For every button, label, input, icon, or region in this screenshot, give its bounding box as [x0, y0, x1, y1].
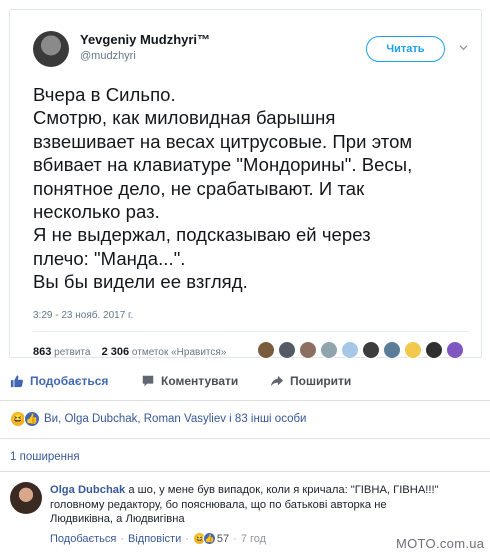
liker-avatars	[257, 341, 464, 359]
like-button[interactable]: Подобається	[10, 374, 108, 388]
likes-label: отметок «Нравится»	[131, 347, 227, 358]
comment-label: Коментувати	[161, 374, 239, 388]
share-button[interactable]: Поширити	[270, 374, 351, 388]
thumbs-up-icon	[10, 375, 24, 388]
tweet-stats: 863 ретвита 2 306 отметок «Нравится»	[33, 346, 226, 358]
comment-line: Olga Dubchak а шо, у мене був випадок, к…	[50, 483, 490, 498]
liker-avatar[interactable]	[320, 341, 338, 359]
liker-avatar[interactable]	[257, 341, 275, 359]
liker-avatar[interactable]	[404, 341, 422, 359]
tweet-text-line: Смотрю, как миловидная барышня	[33, 107, 336, 129]
shares-count[interactable]: 1 поширення	[10, 451, 80, 463]
liker-avatar[interactable]	[362, 341, 380, 359]
fb-action-bar: Подобається Коментувати Поширити	[0, 374, 490, 394]
liker-avatar[interactable]	[278, 341, 296, 359]
like-reaction-icon: 👍	[202, 532, 216, 545]
divider	[0, 438, 490, 439]
liker-avatar[interactable]	[299, 341, 317, 359]
comment-line-text: а шо, у мене був випадок, коли я кричала…	[125, 484, 439, 496]
comment-time[interactable]: 7 год	[241, 533, 266, 545]
separator-dot: ·	[185, 532, 189, 545]
reactions-summary[interactable]: 😆 👍 Ви, Olga Dubchak, Roman Vasyliev і 8…	[10, 411, 306, 427]
tweet-text: Вчера в Сильпо. Смотрю, как миловидная б…	[33, 83, 483, 294]
tweet-text-line: плечо: "Манда...".	[33, 247, 186, 269]
comment-line: Людвиківна, а Людвигівна	[50, 513, 185, 526]
retweets-label: ретвита	[54, 347, 91, 358]
comment-actions: Подобається · Відповісти · 😆 👍 57 · 7 го…	[50, 532, 266, 545]
comment-author[interactable]: Olga Dubchak	[50, 484, 125, 496]
follow-button[interactable]: Читать	[366, 36, 445, 62]
liker-avatar[interactable]	[383, 341, 401, 359]
separator-dot: ·	[233, 532, 237, 545]
divider	[0, 400, 490, 401]
watermark: MOTO.com.ua	[396, 536, 485, 551]
tweet-timestamp[interactable]: 3:29 - 23 нояб. 2017 г.	[33, 310, 133, 321]
divider	[33, 331, 469, 332]
like-reaction-icon: 👍	[24, 411, 40, 427]
tweet-author-name[interactable]: Yevgeniy Mudzhyri™	[80, 32, 210, 47]
comment-line: головному редактору, бо пояснювала, що п…	[50, 498, 387, 511]
share-label: Поширити	[290, 374, 352, 388]
divider	[0, 471, 490, 472]
retweets-count[interactable]: 863	[33, 346, 51, 358]
comment-text: Olga Dubchak а шо, у мене був випадок, к…	[50, 483, 490, 527]
like-label: Подобається	[30, 374, 109, 388]
comment-like-button[interactable]: Подобається	[50, 533, 116, 545]
tweet-text-line: вбивает на клавиатуре "Мондорины". Весы,	[33, 154, 413, 176]
embedded-tweet-card: Yevgeniy Mudzhyri™ @mudzhyri Читать Вчер…	[9, 9, 483, 359]
tweet-text-line: несколько раз.	[33, 201, 160, 223]
chevron-down-icon[interactable]	[459, 43, 468, 52]
tweet-author-avatar[interactable]	[33, 31, 69, 67]
share-arrow-icon	[270, 375, 284, 387]
tweet-author-handle[interactable]: @mudzhyri	[80, 50, 136, 62]
separator-dot: ·	[120, 532, 124, 545]
tweet-text-line: Я не выдержал, подсказываю ей через	[33, 224, 371, 246]
comment-reaction-count[interactable]: 57	[217, 533, 229, 545]
reactions-names[interactable]: Ви, Olga Dubchak, Roman Vasyliev і 83 ін…	[44, 413, 306, 425]
comment-reply-button[interactable]: Відповісти	[128, 533, 181, 545]
commenter-avatar[interactable]	[10, 482, 42, 514]
liker-avatar[interactable]	[425, 341, 443, 359]
liker-avatar[interactable]	[446, 341, 464, 359]
likes-count[interactable]: 2 306	[102, 346, 130, 358]
tweet-text-line: понятное дело, не срабатывают. И так	[33, 177, 365, 199]
liker-avatar[interactable]	[341, 341, 359, 359]
tweet-text-line: Вчера в Сильпо.	[33, 84, 176, 105]
tweet-text-line: Вы бы видели ее взгляд.	[33, 271, 248, 293]
comment-icon	[142, 375, 154, 387]
tweet-text-line: взвешивает на весах цитрусовые. При этом	[33, 130, 413, 152]
comment-button[interactable]: Коментувати	[141, 374, 238, 388]
